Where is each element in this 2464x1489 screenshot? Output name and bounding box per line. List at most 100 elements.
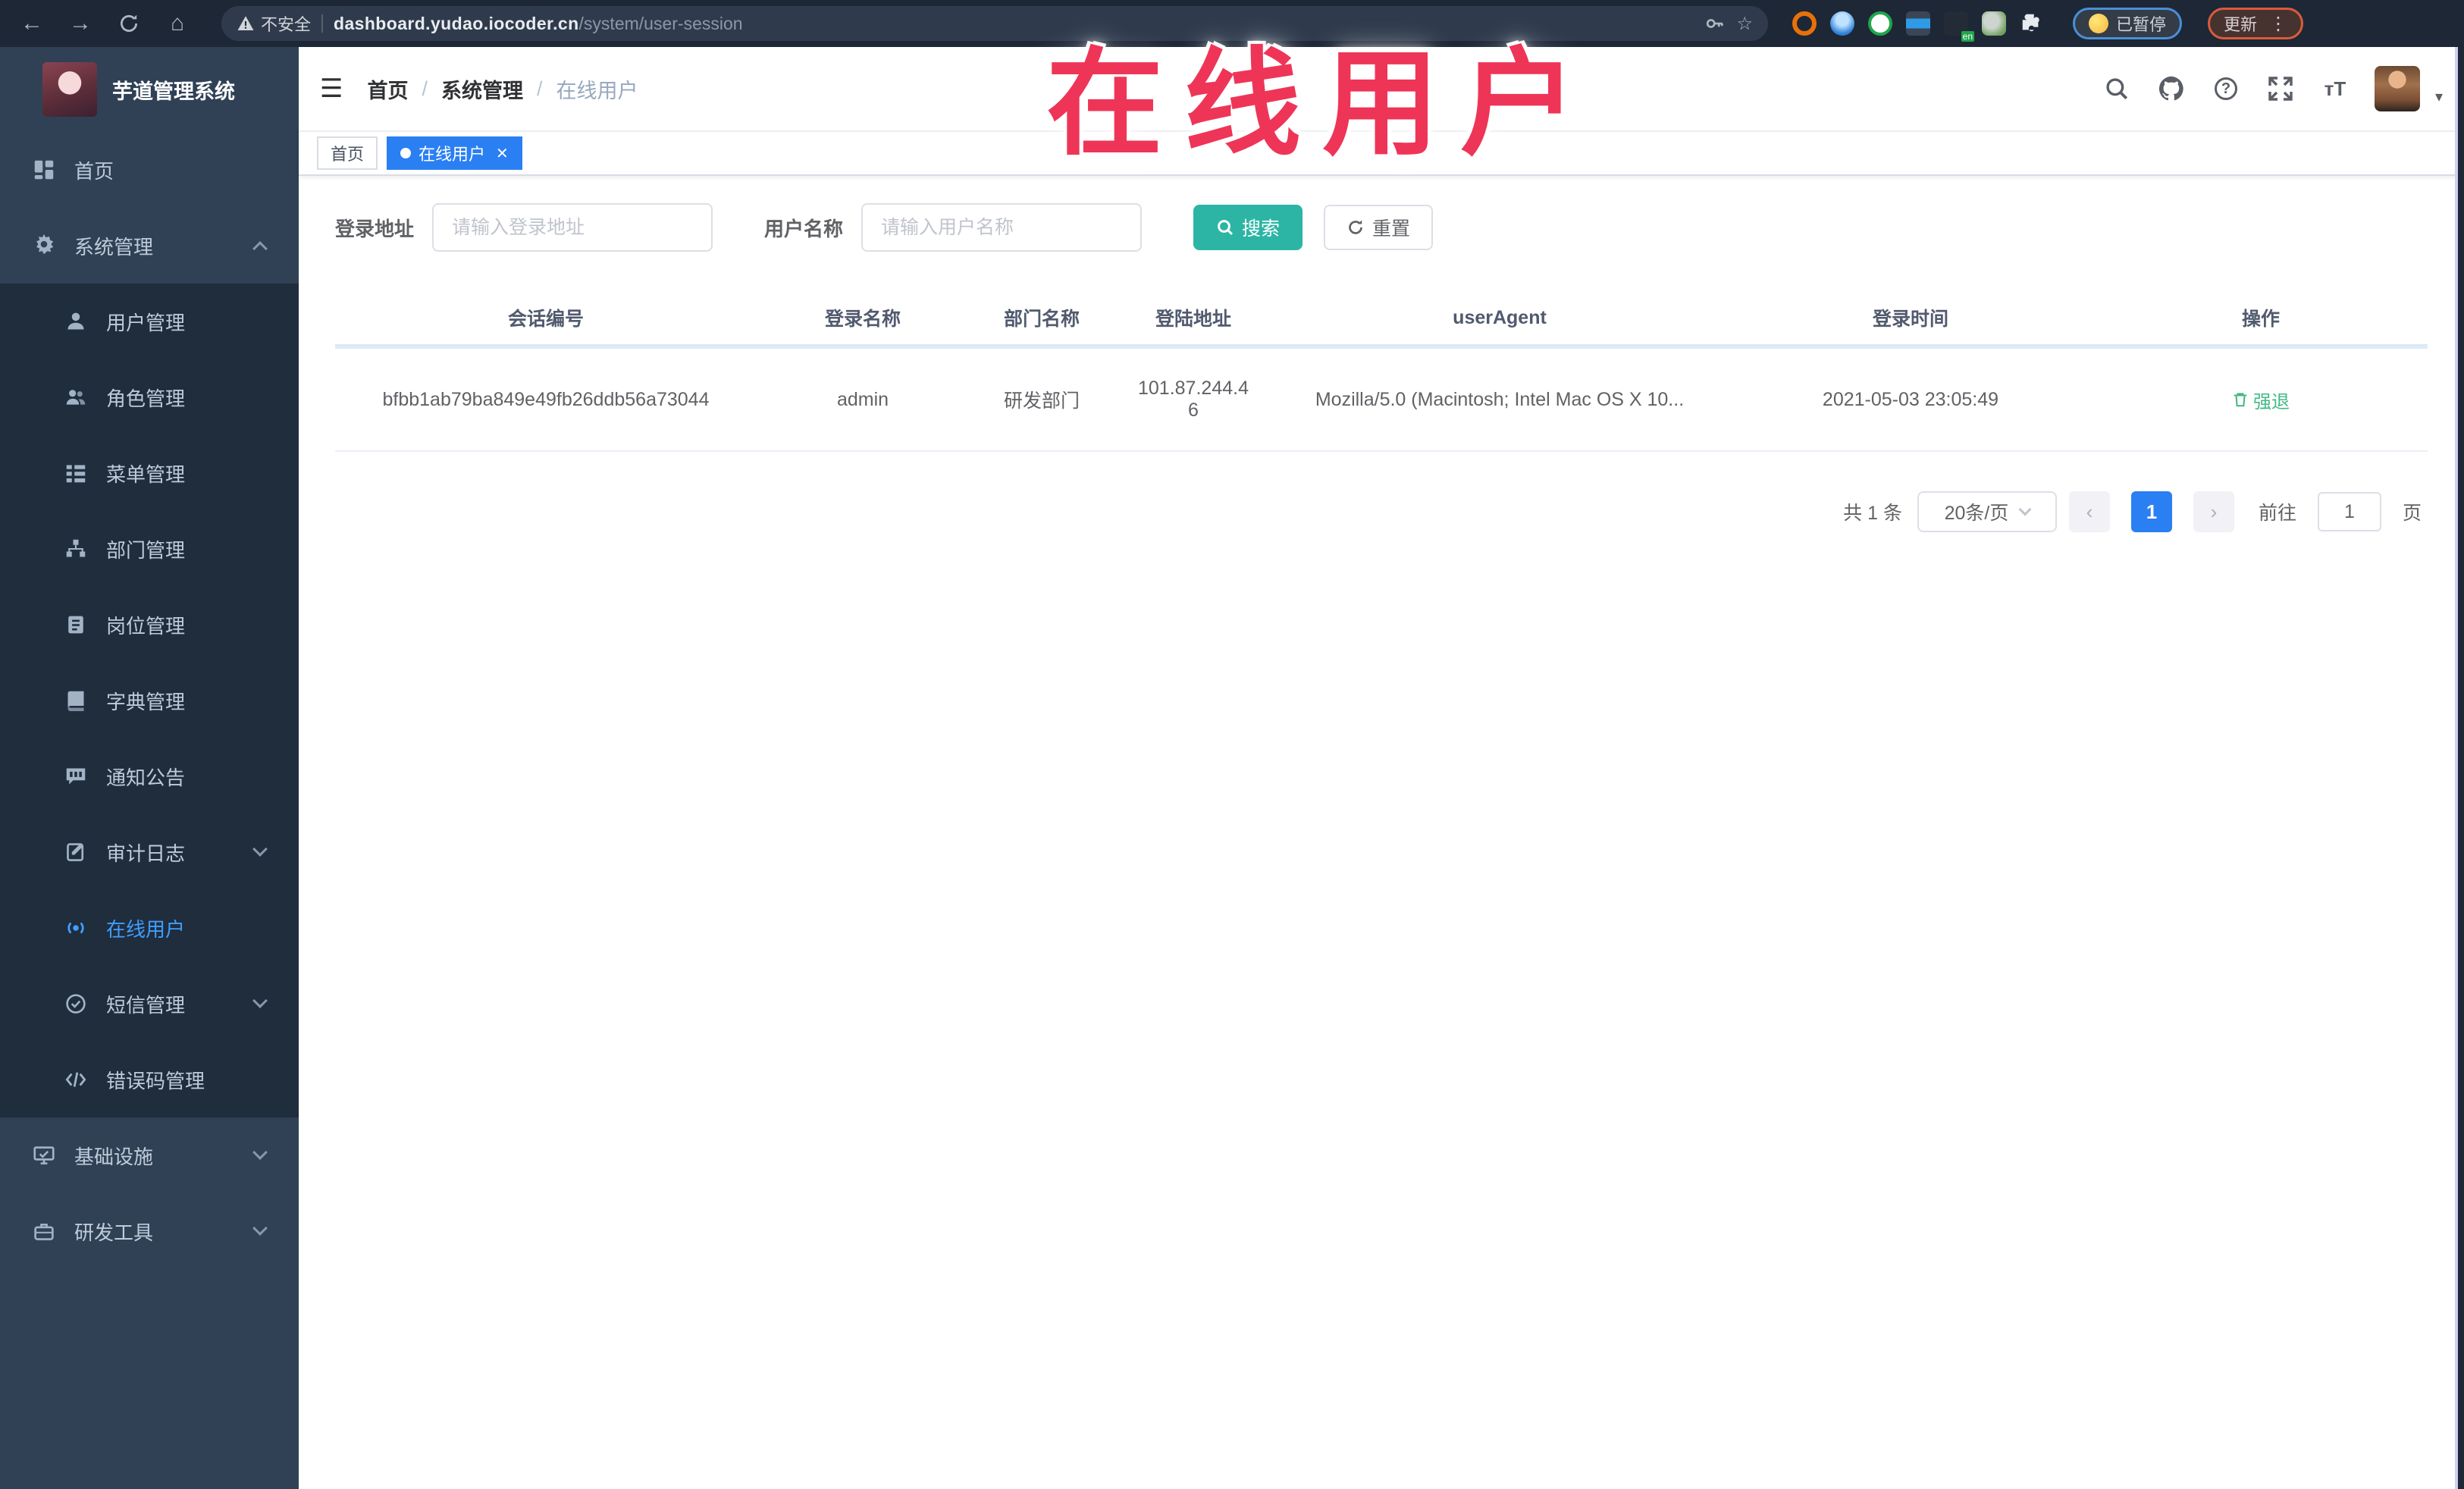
sidebar-item-online-users[interactable]: 在线用户 (0, 890, 299, 966)
menu-tree-icon (64, 462, 88, 484)
help-icon[interactable]: ? (2211, 74, 2241, 104)
tag-label: 首页 (331, 145, 365, 164)
sidebar-item-label: 系统管理 (74, 235, 154, 259)
sidebar-item-dev-tools[interactable]: 研发工具 (0, 1193, 299, 1269)
url-path: /system/user-session (578, 13, 743, 33)
hamburger-icon[interactable]: ☰ (320, 74, 343, 104)
pagination-total: 共 1 条 (1843, 503, 1902, 524)
sidebar-item-sms-mgmt[interactable]: 短信管理 (0, 966, 299, 1042)
app-logo (42, 62, 97, 117)
extension-green-v-icon[interactable] (1868, 11, 1892, 36)
extensions-row: en 已暂停 更新 ⋮ (1792, 8, 2304, 42)
profile-emoji-icon (2089, 14, 2108, 33)
address-bar[interactable]: 不安全 dashboard.yudao.iocoder.cn/system/us… (221, 6, 1768, 41)
sidebar-item-label: 通知公告 (106, 766, 186, 789)
search-button[interactable]: 搜索 (1193, 205, 1303, 250)
sidebar-item-error-code[interactable]: 错误码管理 (0, 1042, 299, 1118)
bookmark-star-icon[interactable]: ☆ (1736, 13, 1753, 35)
reset-button[interactable]: 重置 (1324, 205, 1434, 250)
message-bubble-icon (64, 766, 88, 787)
page-size-value: 20条/页 (1944, 503, 2009, 524)
page-number-button[interactable]: 1 (2130, 491, 2172, 532)
reset-button-label: 重置 (1372, 218, 1411, 240)
avatar-caret-icon[interactable]: ▾ (2435, 87, 2443, 106)
infrastructure-icon (32, 1145, 56, 1166)
sidebar-item-user-mgmt[interactable]: 用户管理 (0, 284, 299, 359)
reload-icon[interactable] (109, 4, 149, 43)
github-icon[interactable] (2156, 74, 2187, 104)
cell-login-address: 101.87.244.46 (1138, 378, 1249, 421)
sidebar: 芋道管理系统 首页 系统管理 用户管理 角色管理 菜单管理 部门管理 岗位管理 … (0, 47, 299, 1489)
sidebar-item-system[interactable]: 系统管理 (0, 208, 299, 284)
sidebar-item-home[interactable]: 首页 (0, 132, 299, 208)
tag-close-icon[interactable]: ✕ (496, 144, 509, 163)
sidebar-item-post-mgmt[interactable]: 岗位管理 (0, 587, 299, 663)
sidebar-logo-row[interactable]: 芋道管理系统 (0, 47, 299, 132)
forward-icon[interactable]: → (61, 4, 100, 43)
next-page-button[interactable]: › (2193, 491, 2234, 532)
password-key-icon[interactable] (1704, 13, 1726, 34)
extension-translate-icon[interactable]: en (1944, 11, 1974, 42)
trash-icon (2234, 393, 2247, 407)
sidebar-item-label: 岗位管理 (106, 614, 186, 638)
extensions-puzzle-icon[interactable] (2020, 11, 2044, 36)
sidebar-item-notice[interactable]: 通知公告 (0, 738, 299, 814)
tag-online-users[interactable]: 在线用户 ✕ (387, 136, 522, 170)
security-label[interactable]: 不安全 (261, 11, 311, 36)
table-header-row: 会话编号 登录名称 部门名称 登陆地址 userAgent 登录时间 操作 (335, 291, 2428, 346)
prev-page-button[interactable]: ‹ (2068, 491, 2110, 532)
extension-bulb-icon[interactable] (1830, 11, 1854, 36)
roles-icon (64, 387, 88, 408)
browser-update-button[interactable]: 更新 ⋮ (2208, 8, 2304, 39)
column-header-user-agent: userAgent (1453, 306, 1547, 328)
sidebar-item-label: 在线用户 (106, 917, 186, 941)
fullscreen-icon[interactable] (2265, 74, 2296, 104)
sidebar-item-role-mgmt[interactable]: 角色管理 (0, 359, 299, 435)
login-address-input[interactable] (432, 203, 713, 252)
window-right-edge (2455, 47, 2464, 1489)
sidebar-item-label: 基础设施 (74, 1145, 154, 1168)
select-caret-icon (2018, 503, 2032, 516)
sidebar-item-label: 用户管理 (106, 311, 186, 334)
page-unit-label: 页 (2402, 503, 2422, 524)
back-icon[interactable]: ← (12, 4, 52, 43)
search-button-icon (1218, 220, 1234, 236)
reload-glyph (120, 14, 138, 32)
force-logout-link[interactable]: 强退 (2232, 387, 2290, 413)
url-divider (321, 14, 324, 33)
search-icon[interactable] (2102, 74, 2132, 104)
breadcrumb-home[interactable]: 首页 (367, 74, 408, 104)
breadcrumb-system[interactable]: 系统管理 (441, 74, 523, 104)
user-avatar[interactable] (2374, 66, 2420, 111)
filter-form: 登录地址 用户名称 搜索 重置 (335, 203, 2428, 252)
goto-page-input[interactable] (2317, 492, 2381, 531)
gear-icon (32, 234, 56, 257)
font-size-icon[interactable]: ᴛT (2320, 74, 2350, 104)
extension-diamond-icon[interactable] (1906, 11, 1930, 36)
cell-dept-name: 研发部门 (1003, 390, 1080, 412)
sidebar-item-infrastructure[interactable]: 基础设施 (0, 1118, 299, 1193)
browser-menu-kebab-icon[interactable]: ⋮ (2269, 13, 2287, 35)
username-input[interactable] (861, 203, 1143, 252)
sidebar-item-label: 字典管理 (106, 690, 186, 713)
url-text[interactable]: dashboard.yudao.iocoder.cn/system/user-s… (334, 14, 743, 34)
extension-orange-icon[interactable] (1792, 11, 1817, 36)
home-icon[interactable]: ⌂ (158, 4, 197, 43)
breadcrumb-current: 在线用户 (556, 79, 638, 102)
reset-refresh-icon (1349, 220, 1362, 234)
cell-user-agent: Mozilla/5.0 (Macintosh; Intel Mac OS X 1… (1315, 388, 1685, 410)
sidebar-item-label: 部门管理 (106, 538, 186, 562)
security-warning-icon[interactable]: 不安全 (237, 11, 311, 36)
sidebar-item-dept-mgmt[interactable]: 部门管理 (0, 511, 299, 587)
tags-view-bar: 首页 在线用户 ✕ (299, 132, 2464, 176)
tag-home[interactable]: 首页 (317, 136, 378, 170)
screenshot-root: ← → ⌂ 不安全 dashboard.yudao.iocoder.cn/sys… (0, 0, 2464, 1489)
page-size-select[interactable]: 20条/页 (1917, 491, 2057, 532)
profile-paused-badge[interactable]: 已暂停 (2073, 8, 2183, 39)
sidebar-item-dict-mgmt[interactable]: 字典管理 (0, 663, 299, 738)
goto-label: 前往 (2258, 503, 2296, 524)
tag-label: 在线用户 (419, 145, 486, 164)
sidebar-item-audit-log[interactable]: 审计日志 (0, 814, 299, 890)
extension-green-key-icon[interactable] (1982, 11, 2006, 36)
sidebar-item-menu-mgmt[interactable]: 菜单管理 (0, 435, 299, 511)
